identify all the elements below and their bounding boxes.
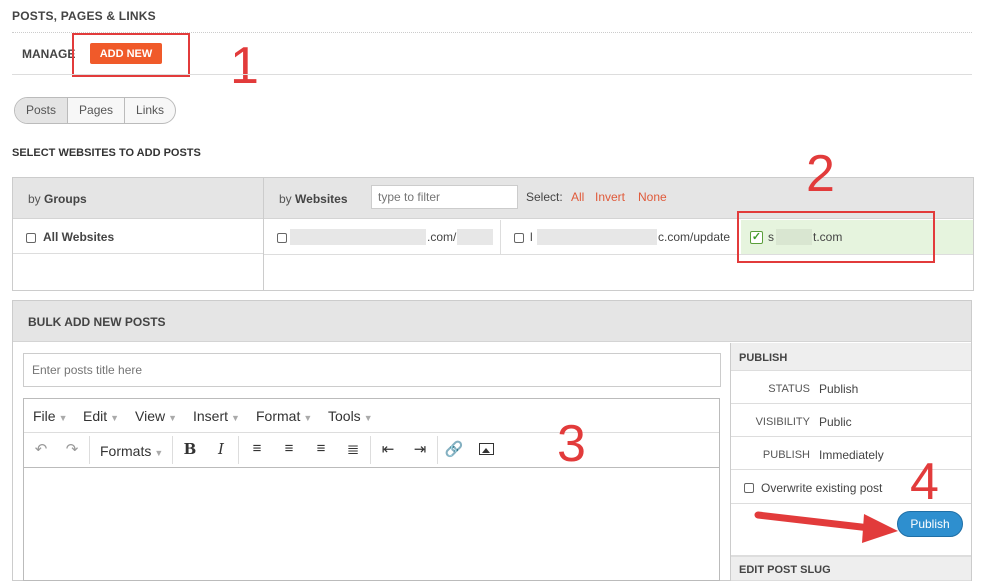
chevron-down-icon: ▼ [58,413,68,423]
chevron-down-icon: ▼ [168,413,178,423]
divider [13,253,263,254]
divider [12,74,972,75]
chevron-down-icon: ▼ [154,448,164,458]
column-divider [263,178,264,290]
post-title-input[interactable] [23,353,721,387]
tab-posts[interactable]: Posts [15,98,69,123]
menu-format[interactable]: Format ▼ [256,408,312,424]
menu-tools[interactable]: Tools ▼ [328,408,373,424]
website-prefix: l [530,230,533,244]
groups-label: Groups [44,192,87,206]
indent-icon[interactable]: ⇥ [409,440,431,458]
select-none-link[interactable]: None [638,190,667,204]
italic-icon[interactable]: I [210,440,232,458]
chevron-down-icon: ▼ [231,413,240,423]
menu-view-label: View [135,408,166,424]
menu-file[interactable]: File ▼ [33,408,67,424]
website-label: c.com/update [658,230,731,244]
toolbar-separator [370,436,371,464]
website-filter-input[interactable] [371,185,518,209]
annotation-arrow [754,511,898,543]
formats-label: Formats [100,443,152,459]
overwrite-checkbox[interactable] [744,483,754,493]
toolbar-separator [89,436,90,464]
edit-slug-title: EDIT POST SLUG [739,564,831,576]
all-websites-checkbox[interactable] [26,233,36,243]
tab-pages[interactable]: Pages [68,98,126,123]
annotation-number-4: 4 [910,453,939,511]
link-icon[interactable]: 🔗 [443,440,465,458]
select-invert-link[interactable]: Invert [595,190,625,204]
publish-button[interactable]: Publish [897,511,963,537]
annotation-number-3: 3 [557,415,586,473]
chevron-down-icon: ▼ [363,413,373,423]
by-websites-label: by Websites [279,192,348,206]
menu-file-label: File [33,408,56,424]
toolbar-separator [437,436,438,464]
align-justify-icon[interactable]: ≣ [342,440,364,458]
all-websites-label: All Websites [43,230,115,244]
bulk-add-title: BULK ADD NEW POSTS [28,315,166,329]
status-value: Publish [819,382,859,396]
by-prefix: by [28,192,41,206]
publish-panel-title: PUBLISH [739,352,788,364]
toolbar-separator [238,436,239,464]
by-prefix: by [279,192,292,206]
align-left-icon[interactable]: ≡ [246,440,268,457]
image-icon-mountain [482,448,490,453]
redacted-text [537,229,657,245]
formats-dropdown[interactable]: Formats ▼ [100,443,163,459]
chevron-down-icon: ▼ [110,413,120,423]
select-label: Select: [526,190,563,204]
menu-edit-label: Edit [83,408,108,424]
manage-tab[interactable]: MANAGE [22,47,75,61]
menu-edit[interactable]: Edit ▼ [83,408,119,424]
overwrite-label: Overwrite existing post [761,481,883,495]
annotation-box-2 [737,211,935,263]
content-type-switcher: Posts Pages Links [14,97,177,124]
menu-view[interactable]: View ▼ [135,408,177,424]
website-checkbox[interactable] [514,233,524,243]
page-title: POSTS, PAGES & LINKS [12,9,156,23]
cell-divider [500,220,501,254]
undo-icon[interactable]: ↶ [30,440,52,458]
redo-icon[interactable]: ↷ [61,440,83,458]
visibility-value: Public [819,415,852,429]
tab-links[interactable]: Links [125,98,175,123]
outdent-icon[interactable]: ⇤ [377,440,399,458]
toolbar-separator [172,436,173,464]
menu-format-label: Format [256,408,301,424]
bold-icon[interactable]: B [179,440,201,458]
redacted-text [457,229,493,245]
status-key: STATUS [768,383,810,395]
chevron-down-icon: ▼ [303,413,313,423]
annotation-number-2: 2 [806,145,835,203]
select-all-link[interactable]: All [571,190,584,204]
menu-tools-label: Tools [328,408,361,424]
image-icon[interactable] [479,443,494,455]
redacted-text [290,229,426,245]
align-center-icon[interactable]: ≡ [278,440,300,457]
align-right-icon[interactable]: ≡ [310,440,332,457]
select-websites-title: SELECT WEBSITES TO ADD POSTS [12,147,201,159]
visibility-key: VISIBILITY [755,416,810,428]
menu-insert-label: Insert [193,408,229,424]
website-checkbox[interactable] [277,233,287,243]
annotation-box-1 [72,33,190,77]
publish-time-value: Immediately [819,448,884,462]
websites-label: Websites [295,192,348,206]
publish-time-key: PUBLISH [762,449,810,461]
by-groups-label: by Groups [28,192,87,206]
annotation-number-1: 1 [230,37,259,95]
menu-insert[interactable]: Insert ▼ [193,408,240,424]
